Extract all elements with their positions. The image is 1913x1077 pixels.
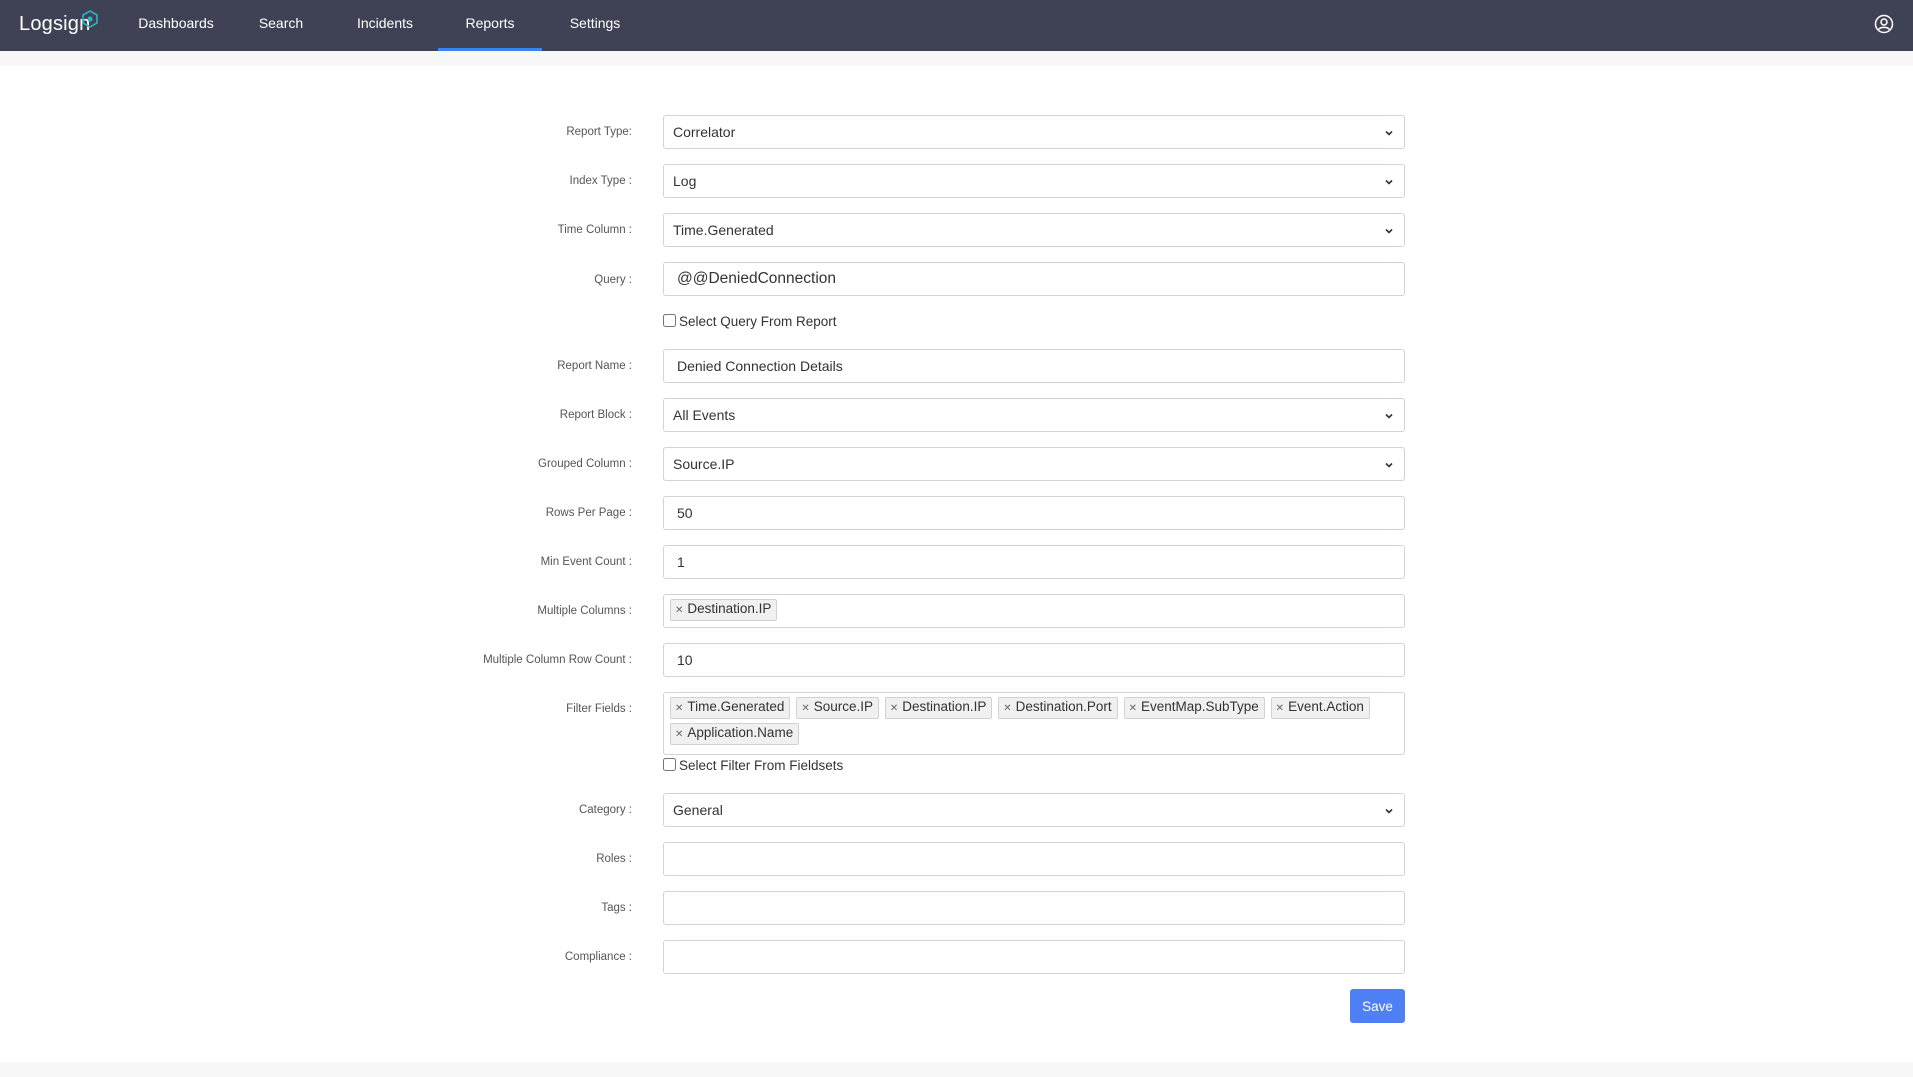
- nav-reports[interactable]: Reports: [438, 0, 542, 51]
- tag-chip: ✕ EventMap.SubType: [1123, 697, 1265, 719]
- multiple-column-row-count-input[interactable]: [664, 644, 1404, 676]
- time-column-label: Time Column :: [557, 224, 632, 236]
- tag-chip: ✕ Destination.IP: [670, 599, 778, 621]
- multiple-column-row-count-field[interactable]: [663, 643, 1405, 677]
- select-filter-checkbox-label: Select Filter From Fieldsets: [679, 758, 844, 773]
- tag-chip: ✕ Time.Generated: [670, 697, 791, 719]
- close-icon[interactable]: ✕: [1276, 703, 1284, 714]
- time-column-select[interactable]: Time.Generated: [663, 213, 1405, 247]
- report-block-select[interactable]: All Events: [663, 398, 1405, 432]
- tag-label: Destination.IP: [902, 699, 987, 714]
- index-type-select[interactable]: Log: [663, 164, 1405, 198]
- index-type-label: Index Type :: [569, 175, 632, 187]
- grouped-column-label: Grouped Column :: [538, 458, 632, 470]
- nav-settings[interactable]: Settings: [555, 0, 635, 51]
- filter-fields-label: Filter Fields :: [566, 703, 632, 715]
- select-filter-from-fieldsets[interactable]: Select Filter From Fieldsets: [663, 758, 843, 773]
- close-icon[interactable]: ✕: [801, 703, 809, 714]
- chevron-down-icon: [1385, 130, 1393, 136]
- close-icon[interactable]: ✕: [675, 703, 683, 714]
- filter-fields-tag-input[interactable]: ✕ Time.Generated ✕ Source.IP ✕ Destination.…: [663, 692, 1405, 755]
- tag-label: Destination.Port: [1015, 699, 1112, 714]
- select-query-checkbox-label: Select Query From Report: [679, 314, 837, 329]
- report-name-label: Report Name :: [557, 360, 632, 372]
- top-navbar: Logsign Dashboards Search Incidents Repo…: [0, 0, 1913, 51]
- tags-label: Tags :: [601, 902, 632, 914]
- tag-label: Event.Action: [1288, 699, 1364, 714]
- report-type-value: Correlator: [673, 124, 736, 140]
- logo-mark-icon: [82, 10, 98, 28]
- report-form-panel: Report Type: Correlator Index Type : Log…: [0, 66, 1913, 1062]
- rows-per-page-field[interactable]: [663, 496, 1405, 530]
- close-icon[interactable]: ✕: [675, 605, 683, 616]
- grouped-column-value: Source.IP: [673, 456, 735, 472]
- rows-per-page-label: Rows Per Page :: [545, 507, 632, 519]
- report-name-field[interactable]: [663, 349, 1405, 383]
- tag-label: Source.IP: [813, 699, 873, 714]
- index-type-value: Log: [673, 173, 697, 189]
- compliance-label: Compliance :: [564, 951, 632, 963]
- close-icon[interactable]: ✕: [890, 703, 898, 714]
- roles-input[interactable]: [664, 843, 1404, 875]
- tag-label: Destination.IP: [687, 601, 772, 616]
- select-filter-checkbox[interactable]: [663, 758, 676, 771]
- multiple-columns-label: Multiple Columns :: [537, 605, 632, 617]
- nav-search[interactable]: Search: [244, 0, 318, 51]
- grouped-column-select[interactable]: Source.IP: [663, 447, 1405, 481]
- chevron-down-icon: [1385, 462, 1393, 468]
- chevron-down-icon: [1385, 413, 1393, 419]
- tags-input[interactable]: [664, 892, 1404, 924]
- tag-label: Application.Name: [687, 725, 794, 740]
- report-block-label: Report Block :: [559, 409, 632, 421]
- tag-chip: ✕ Destination.IP: [884, 697, 993, 719]
- tag-chip: ✕ Application.Name: [670, 723, 800, 745]
- tag-chip: ✕ Destination.Port: [998, 697, 1118, 719]
- chevron-down-icon: [1385, 228, 1393, 234]
- query-field[interactable]: [663, 262, 1405, 296]
- close-icon[interactable]: ✕: [675, 729, 683, 740]
- brand-logo[interactable]: Logsign: [19, 13, 90, 36]
- tag-label: EventMap.SubType: [1140, 699, 1259, 714]
- min-event-count-field[interactable]: [663, 545, 1405, 579]
- multiple-columns-tag-input[interactable]: ✕ Destination.IP: [663, 594, 1405, 628]
- user-circle-icon[interactable]: [1874, 14, 1894, 34]
- chevron-down-icon: [1385, 179, 1393, 185]
- category-value: General: [673, 802, 723, 818]
- category-select[interactable]: General: [663, 793, 1405, 827]
- select-query-from-report[interactable]: Select Query From Report: [663, 314, 837, 329]
- tag-chip: ✕ Event.Action: [1270, 697, 1370, 719]
- save-button[interactable]: Save: [1350, 989, 1405, 1023]
- compliance-input[interactable]: [664, 941, 1404, 973]
- min-event-count-label: Min Event Count :: [540, 556, 632, 568]
- query-input[interactable]: [664, 263, 1404, 295]
- chevron-down-icon: [1385, 808, 1393, 814]
- compliance-field[interactable]: [663, 940, 1405, 974]
- report-type-label: Report Type:: [566, 126, 632, 138]
- rows-per-page-input[interactable]: [664, 497, 1404, 529]
- query-label: Query :: [594, 274, 632, 286]
- tags-field[interactable]: [663, 891, 1405, 925]
- category-label: Category :: [578, 804, 632, 816]
- nav-incidents[interactable]: Incidents: [340, 0, 430, 51]
- time-column-value: Time.Generated: [673, 222, 774, 238]
- close-icon[interactable]: ✕: [1003, 703, 1011, 714]
- min-event-count-input[interactable]: [664, 546, 1404, 578]
- report-block-value: All Events: [673, 407, 736, 423]
- nav-dashboards[interactable]: Dashboards: [128, 0, 224, 51]
- report-type-select[interactable]: Correlator: [663, 115, 1405, 149]
- tag-chip: ✕ Source.IP: [796, 697, 879, 719]
- multiple-column-row-count-label: Multiple Column Row Count :: [483, 654, 632, 666]
- tag-label: Time.Generated: [687, 699, 785, 714]
- select-query-checkbox[interactable]: [663, 314, 676, 327]
- roles-field[interactable]: [663, 842, 1405, 876]
- close-icon[interactable]: ✕: [1129, 703, 1137, 714]
- roles-label: Roles :: [596, 853, 632, 865]
- report-name-input[interactable]: [664, 350, 1404, 382]
